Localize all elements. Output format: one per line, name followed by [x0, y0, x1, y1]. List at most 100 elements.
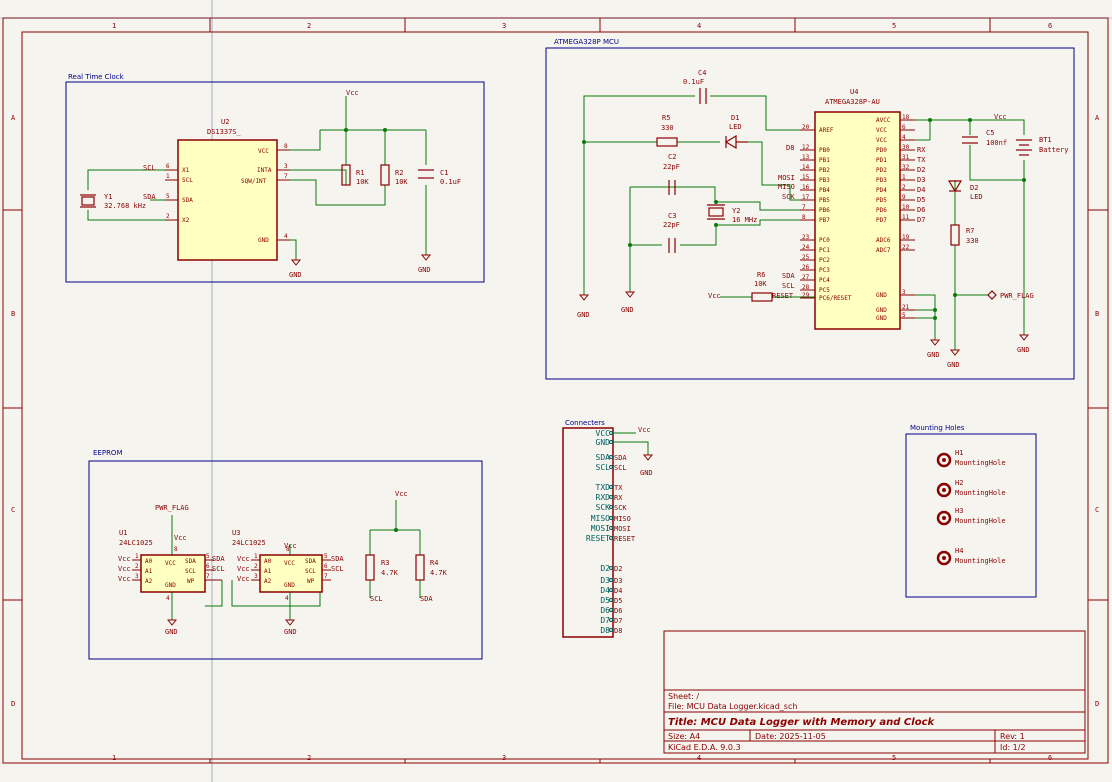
col-3-top: 3: [502, 22, 506, 30]
r7-ref: R7: [966, 227, 974, 235]
u2-pin-gnd: GND: [258, 237, 269, 244]
u4-left-pin-name: PB0: [819, 147, 830, 154]
connector-section[interactable]: Connecters Vcc GND VCCGNDSDASCLTXDRXDSCK…: [562, 419, 654, 638]
row-b-right: B: [1095, 310, 1099, 318]
u2-pinnum-2: 2: [166, 213, 170, 220]
d1-value: LED: [729, 123, 742, 131]
connector-net-label: RESET: [614, 535, 636, 543]
u3-num-7: 7: [324, 573, 328, 580]
capacitor-c4[interactable]: [699, 88, 707, 104]
u4-left-pin-num: 28: [802, 284, 810, 291]
resistor-r2[interactable]: [380, 164, 390, 186]
u1-ref: U1: [119, 529, 127, 537]
mcu-section[interactable]: ATMEGA328P MCU U4 ATMEGA328P-AU AREF 20 PB…: [545, 38, 1075, 380]
u4-left-pin-num: 26: [802, 264, 810, 271]
mounting-hole-ref: H3: [955, 507, 963, 515]
mcu-net-sda: SDA: [782, 272, 795, 280]
u1-vcc-a0: Vcc: [118, 555, 131, 563]
capacitor-c3[interactable]: [668, 238, 676, 253]
u4-left-pin-name: PB5: [819, 197, 830, 204]
u4-right-pin-num: 11: [902, 214, 910, 221]
u1-pin-vcc: VCC: [165, 560, 176, 567]
sheet-frame: 1 2 3 4 5 6 1 2 3 4 5 6 A B C D A B C D: [0, 0, 1112, 782]
mounting-hole[interactable]: H2 MountingHole: [936, 479, 1006, 498]
mounting-hole-ref: H4: [955, 547, 963, 555]
u4-right-net: D5: [917, 196, 925, 204]
c5-ref: C5: [986, 129, 994, 137]
connector-net-label: SCL: [614, 464, 627, 472]
led-d1[interactable]: [724, 134, 748, 150]
eeprom-section[interactable]: EEPROM PWR_FLAG Vcc Vcc U1 24LC1025 U3 2…: [88, 449, 483, 660]
u3-ref: U3: [232, 529, 240, 537]
c3-ref: C3: [668, 212, 676, 220]
row-d-right: D: [1095, 700, 1099, 708]
u4-left-pin-name: PC4: [819, 277, 830, 284]
r7-value: 330: [966, 237, 979, 245]
row-a-right: A: [1095, 114, 1100, 122]
u4-value: ATMEGA328P-AU: [825, 98, 880, 106]
u3-pin-a0: A0: [264, 558, 272, 565]
r2-ref: R2: [395, 169, 403, 177]
u4-right-pin-num: 3: [902, 289, 906, 296]
mounting-hole[interactable]: H4 MountingHole: [936, 547, 1006, 566]
col-1-top: 1: [112, 22, 116, 30]
u4-left-pin-num: 8: [802, 214, 806, 221]
connector-net-label: TX: [614, 484, 623, 492]
u2-ref: U2: [221, 118, 229, 126]
d2-ref: D2: [970, 184, 978, 192]
u3-num-5: 5: [324, 553, 328, 560]
rtc-gnd-c1: GND: [418, 266, 431, 274]
resistor-r7[interactable]: [950, 224, 960, 246]
rtc-net-sda: SDA: [143, 193, 156, 201]
connector-pin-label: GND: [596, 438, 611, 447]
u4-left-pin-name: PC1: [819, 247, 830, 254]
mcu-net-miso: MISO: [778, 183, 795, 191]
mounting-hole[interactable]: H3 MountingHole: [936, 507, 1006, 526]
schematic-sheet: 1 2 3 4 5 6 1 2 3 4 5 6 A B C D A B C D …: [0, 0, 1112, 782]
eeprom-gnd-u3: GND: [284, 628, 297, 636]
connector-pin-label: TXD: [596, 483, 611, 492]
resistor-r3[interactable]: [365, 554, 375, 581]
resistor-r6[interactable]: [751, 292, 773, 302]
crystal-y2[interactable]: [707, 204, 725, 220]
u3-pin-a2: A2: [264, 578, 272, 585]
rtc-section[interactable]: Real Time Clock U2 DS1337S_ VCC INTA SQW…: [65, 73, 485, 283]
u2-pin-sqw: SQW/INT: [241, 178, 267, 185]
tb-id: Id: 1/2: [1000, 743, 1026, 752]
eeprom-pwr-flag: PWR_FLAG: [155, 504, 189, 512]
u2-pin-vcc: VCC: [258, 148, 269, 155]
u1-num-7: 7: [206, 573, 210, 580]
capacitor-c1[interactable]: [418, 169, 434, 179]
u4-right-pin-name: AVCC: [876, 117, 891, 124]
r1-value: 10K: [356, 178, 369, 186]
mounting-hole[interactable]: H1 MountingHole: [936, 449, 1006, 468]
u4-left-pin-name: PC0: [819, 237, 830, 244]
d1-ref: D1: [731, 114, 739, 122]
u1-num-1: 1: [135, 553, 139, 560]
mcu-gnd-left: GND: [577, 311, 590, 319]
u1-pin-a1: A1: [145, 568, 153, 575]
connector-pin-label: SDA: [596, 453, 611, 462]
capacitor-c5[interactable]: [962, 136, 978, 144]
u4-left-pin-num: 7: [802, 204, 806, 211]
u3-pin-wp: WP: [307, 578, 315, 585]
u4-right-net: TX: [917, 156, 926, 164]
u3-value: 24LC1025: [232, 539, 266, 547]
u4-left-pin-name: PC2: [819, 257, 830, 264]
mcu-net-scl: SCL: [782, 282, 795, 290]
connector-net-label: MISO: [614, 515, 631, 523]
resistor-r5[interactable]: [656, 137, 678, 147]
battery-bt1[interactable]: [1016, 139, 1032, 156]
u1-pin-wp: WP: [187, 578, 195, 585]
connector-net-label: MOSI: [614, 525, 631, 533]
resistor-r4[interactable]: [415, 554, 425, 581]
u4-left-pin-name: PB1: [819, 157, 830, 164]
u4-left-pin-name: PC6/RESET: [819, 295, 852, 302]
u1-num-8: 8: [174, 546, 178, 553]
u2-pin-scl: SCL: [182, 177, 193, 184]
crystal-y1[interactable]: [80, 194, 96, 208]
connector-pin-label: MISO: [591, 514, 610, 523]
mounting-section[interactable]: Mounting Holes H1 MountingHole H2 MountingH…: [905, 424, 1037, 598]
mcu-vcc-r6: Vcc: [708, 292, 721, 300]
u4-right-pin-num: 32: [902, 164, 910, 171]
